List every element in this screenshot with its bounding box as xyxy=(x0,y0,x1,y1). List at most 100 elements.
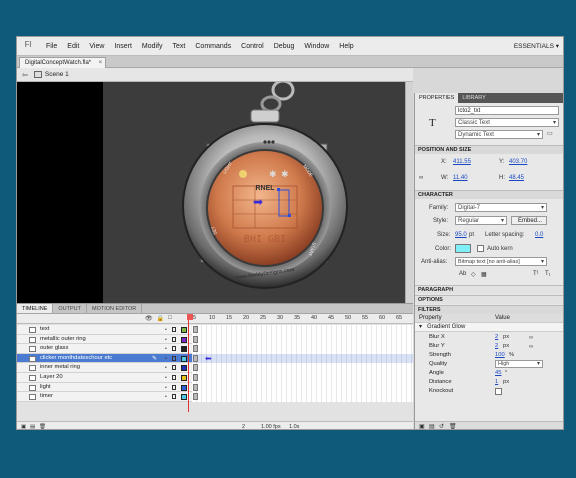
menu-view[interactable]: View xyxy=(84,37,109,56)
embed-button[interactable]: Embed... xyxy=(511,216,547,225)
superscript-icon[interactable]: T¹ xyxy=(533,271,539,277)
frame-strip[interactable] xyxy=(192,334,413,345)
frame-strip[interactable] xyxy=(192,392,413,402)
anti-alias-select[interactable]: Bitmap text [no anti-alias] xyxy=(455,257,547,266)
text-color-swatch[interactable] xyxy=(455,244,471,253)
menu-control[interactable]: Control xyxy=(236,37,269,56)
link-icon[interactable]: ∞ xyxy=(419,175,423,181)
lock-icon[interactable]: 🔒 xyxy=(157,315,164,322)
w-value[interactable]: 11.40 xyxy=(453,175,468,181)
layer-color[interactable] xyxy=(181,327,187,333)
menu-commands[interactable]: Commands xyxy=(190,37,236,56)
collapse-icon[interactable]: ▾ xyxy=(419,323,422,332)
html-render-icon[interactable]: ◇ xyxy=(471,271,476,278)
lock-icon[interactable] xyxy=(172,394,176,400)
lock-icon[interactable] xyxy=(172,355,176,361)
y-value[interactable]: 403.70 xyxy=(509,159,527,165)
layer-color[interactable] xyxy=(181,355,187,362)
tab-properties[interactable]: PROPERTIES xyxy=(415,93,459,103)
presets-icon[interactable]: ▤ xyxy=(429,423,435,429)
section-paragraph[interactable]: PARAGRAPH xyxy=(415,285,563,294)
menu-text[interactable]: Text xyxy=(168,37,191,56)
font-size-value[interactable]: 95.0 xyxy=(455,232,467,238)
menu-window[interactable]: Window xyxy=(299,37,334,56)
lock-icon[interactable] xyxy=(172,336,176,342)
menu-file[interactable]: File xyxy=(41,37,62,56)
text-orientation-icon[interactable]: ▭ xyxy=(547,130,553,137)
layer-color[interactable] xyxy=(181,384,187,391)
knockout-checkbox[interactable] xyxy=(495,388,502,395)
section-options[interactable]: OPTIONS xyxy=(415,295,563,304)
filter-row[interactable]: Blur Y 2 px ∞ xyxy=(415,342,563,350)
layer-row[interactable]: text • xyxy=(17,325,413,335)
font-family-select[interactable]: Digital-7 xyxy=(455,203,547,212)
instance-name-input[interactable]: lcto2_txt xyxy=(455,106,559,115)
lock-icon[interactable] xyxy=(172,374,176,380)
filter-val[interactable]: 2 xyxy=(495,333,498,341)
delete-layer-icon[interactable]: 🗑 xyxy=(39,424,46,429)
frame-rate[interactable]: 1.00 fps xyxy=(261,424,281,429)
quality-select[interactable]: High xyxy=(495,360,543,368)
frame-strip[interactable] xyxy=(192,363,413,373)
visibility-dot[interactable]: • xyxy=(165,394,167,400)
filter-row[interactable]: Knockout xyxy=(415,387,563,395)
section-position-size[interactable]: POSITION AND SIZE xyxy=(415,145,563,154)
tab-motion-editor[interactable]: MOTION EDITOR xyxy=(87,304,143,313)
add-filter-icon[interactable]: ▣ xyxy=(419,423,425,429)
auto-kern-checkbox[interactable] xyxy=(477,245,484,252)
stage-scrollbar[interactable] xyxy=(405,82,413,303)
filter-row[interactable]: Strength 100 % xyxy=(415,351,563,359)
new-folder-icon[interactable]: ▤ xyxy=(30,424,35,429)
subscript-icon[interactable]: T₁ xyxy=(545,271,551,277)
section-character[interactable]: CHARACTER xyxy=(415,190,563,199)
frame-strip[interactable] xyxy=(192,353,413,364)
text-engine-select[interactable]: Classic Text xyxy=(455,118,559,127)
layer-row[interactable]: inner metal ring • xyxy=(17,363,413,373)
outline-icon[interactable]: □ xyxy=(168,315,172,322)
visibility-dot[interactable]: • xyxy=(165,375,167,381)
lock-icon[interactable] xyxy=(172,384,176,390)
frame-strip[interactable] xyxy=(192,372,413,383)
filter-row[interactable]: Blur X 2 px ∞ xyxy=(415,333,563,341)
filter-val[interactable]: 45 xyxy=(495,369,501,377)
menu-help[interactable]: Help xyxy=(334,37,358,56)
visibility-dot[interactable]: • xyxy=(165,356,167,362)
frame-strip[interactable] xyxy=(192,382,413,393)
filter-val[interactable]: 100 xyxy=(495,351,505,359)
frame-strip[interactable] xyxy=(192,344,413,354)
layer-color[interactable] xyxy=(181,394,187,401)
filter-val[interactable]: 1 xyxy=(495,378,498,386)
back-arrow-icon[interactable]: ⇦ xyxy=(22,71,28,79)
lock-icon[interactable] xyxy=(172,346,176,352)
layer-color[interactable] xyxy=(181,374,187,381)
x-value[interactable]: 411.55 xyxy=(453,159,471,165)
tab-timeline[interactable]: TIMELINE xyxy=(17,304,54,313)
layer-row[interactable]: light • xyxy=(17,382,413,393)
layer-row[interactable]: outer glass • xyxy=(17,344,413,354)
stage[interactable]: ✱ ✱ RNEL ➡ BHI GBI LIGHT MODE SET START xyxy=(17,82,413,303)
visibility-dot[interactable]: • xyxy=(165,365,167,371)
filter-gradient-glow[interactable]: ▾ Gradient Glow xyxy=(415,323,563,332)
layer-color[interactable] xyxy=(181,365,187,372)
tab-library[interactable]: LIBRARY xyxy=(458,93,489,103)
document-tab[interactable]: DigitalConceptWatch.fla* × xyxy=(19,57,107,68)
layer-row[interactable]: timer • xyxy=(17,392,413,402)
menu-edit[interactable]: Edit xyxy=(62,37,84,56)
reset-icon[interactable]: ↺ xyxy=(439,423,444,429)
filter-row[interactable]: Angle 45 ° xyxy=(415,369,563,377)
filter-row[interactable]: Quality High xyxy=(415,360,563,368)
layer-color[interactable] xyxy=(181,336,187,343)
filter-row[interactable]: Distance 1 px xyxy=(415,378,563,386)
h-value[interactable]: 48.45 xyxy=(509,175,524,181)
layer-row[interactable]: metallic outer ring • xyxy=(17,334,413,345)
visibility-dot[interactable]: • xyxy=(165,385,167,391)
workspace-switcher[interactable]: ESSENTIALS xyxy=(514,37,559,56)
lock-icon[interactable] xyxy=(172,365,176,371)
text-type-select[interactable]: Dynamic Text xyxy=(455,130,543,139)
visibility-dot[interactable]: • xyxy=(165,337,167,343)
menu-modify[interactable]: Modify xyxy=(137,37,168,56)
filter-val[interactable]: 2 xyxy=(495,342,498,350)
visibility-dot[interactable]: • xyxy=(165,346,167,352)
frame-strip[interactable] xyxy=(192,325,413,335)
selectable-icon[interactable]: Ab xyxy=(459,271,466,277)
